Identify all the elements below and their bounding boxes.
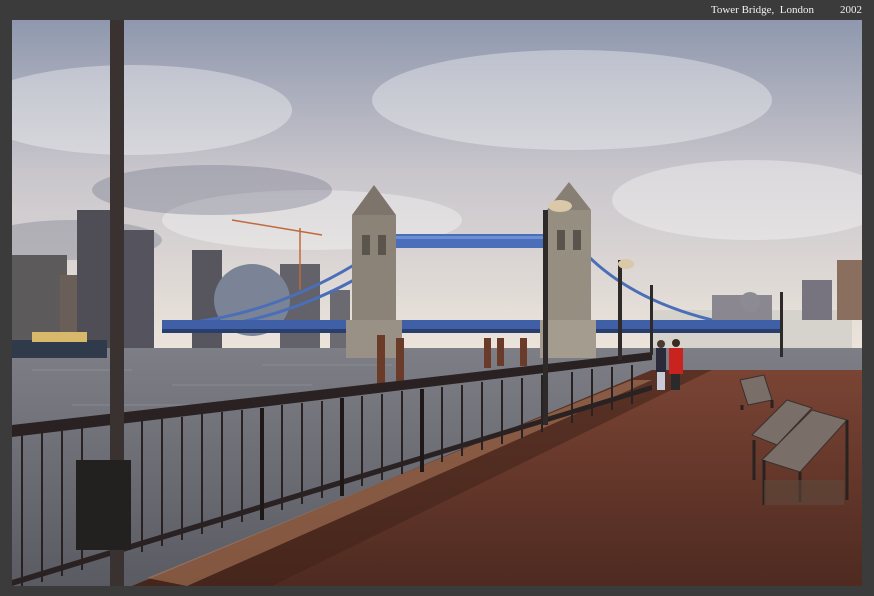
caption-year: 2002 — [840, 4, 862, 16]
photo-caption: Tower Bridge, London 2002 — [711, 2, 862, 18]
photo-frame: Tower Bridge, London 2002 — [0, 0, 874, 596]
photo-scene — [12, 20, 862, 586]
caption-place: Tower Bridge, London — [710, 4, 814, 16]
photograph — [12, 20, 862, 586]
